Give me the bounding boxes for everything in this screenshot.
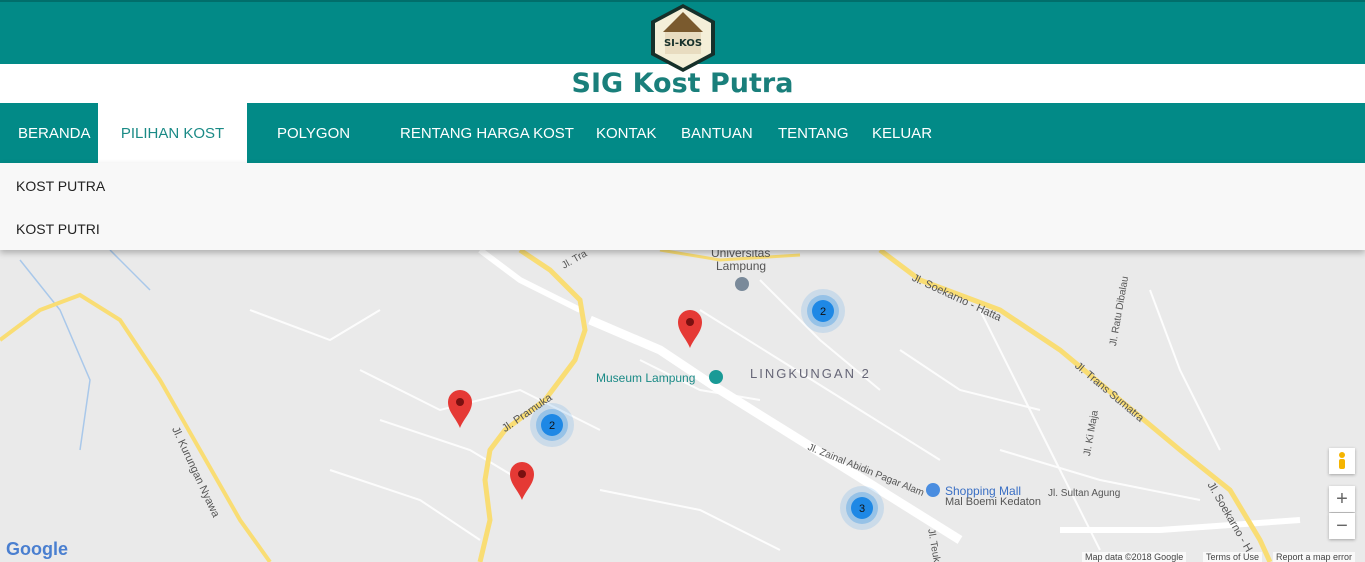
nav-pilihan-kost[interactable]: PILIHAN KOST — [98, 103, 247, 163]
nav-polygon[interactable]: POLYGON — [277, 103, 350, 163]
cluster-marker[interactable]: 3 — [840, 486, 884, 530]
nav-rentang-harga[interactable]: RENTANG HARGA KOST — [400, 103, 574, 163]
university-icon — [735, 277, 749, 291]
zoom-in-button[interactable]: + — [1329, 486, 1355, 512]
logo-text: SI-KOS — [664, 38, 702, 49]
cluster-marker[interactable]: 2 — [801, 289, 845, 333]
map-roads: 2 2 3 — [0, 250, 1365, 562]
map-label: LINGKUNGAN 2 — [750, 366, 871, 381]
main-nav: BERANDA PILIHAN KOST POLYGON RENTANG HAR… — [0, 103, 1365, 163]
nav-keluar[interactable]: KELUAR — [872, 103, 932, 163]
report-error-link[interactable]: Report a map error — [1273, 552, 1356, 562]
map-canvas[interactable]: 2 2 3 Universitas Lampung Museum Lampung… — [0, 250, 1365, 562]
cluster-count: 2 — [820, 306, 826, 318]
pilihan-kost-dropdown: KOST PUTRA KOST PUTRI — [0, 163, 1365, 250]
cluster-count: 3 — [859, 503, 865, 515]
site-logo[interactable]: SI-KOS — [647, 2, 719, 74]
pegman-icon[interactable] — [1329, 448, 1355, 474]
nav-bantuan[interactable]: BANTUAN — [681, 103, 753, 163]
map-label: Lampung — [716, 259, 767, 273]
dropdown-item-kost-putra[interactable]: KOST PUTRA — [16, 178, 105, 194]
google-logo: Google — [6, 539, 68, 559]
cluster-count: 2 — [549, 420, 555, 432]
map-label: Museum Lampung — [596, 371, 696, 385]
nav-beranda[interactable]: BERANDA — [18, 103, 91, 163]
map-label: Mal Boemi Kedaton — [945, 496, 1041, 508]
nav-kontak[interactable]: KONTAK — [596, 103, 657, 163]
shopping-icon — [926, 483, 940, 497]
nav-tentang[interactable]: TENTANG — [778, 103, 849, 163]
museum-icon — [709, 370, 723, 384]
zoom-out-button[interactable]: − — [1329, 513, 1355, 539]
map-label: Jl. Sultan Agung — [1048, 488, 1121, 499]
dropdown-item-kost-putri[interactable]: KOST PUTRI — [16, 221, 100, 237]
terms-link[interactable]: Terms of Use — [1203, 552, 1263, 562]
map-attribution: Map data ©2018 Google — [1082, 552, 1187, 562]
